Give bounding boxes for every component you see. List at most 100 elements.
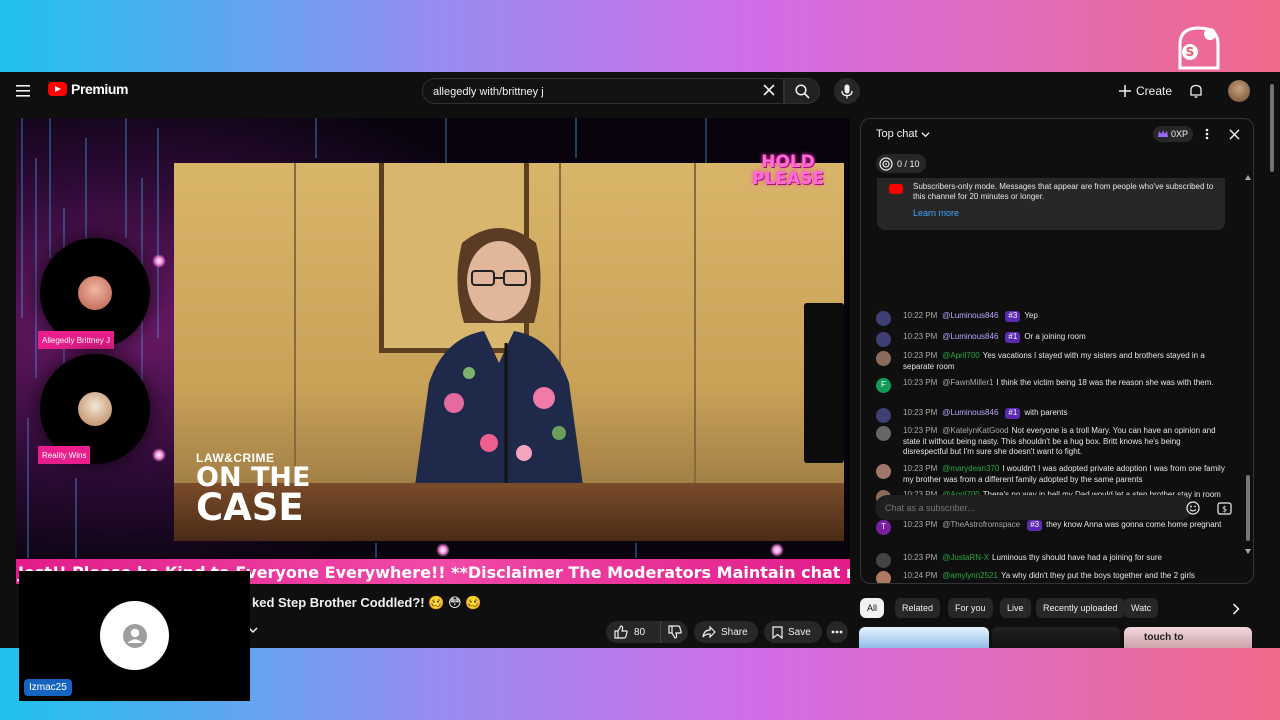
video-thumbnail[interactable] bbox=[992, 627, 1120, 648]
target-icon bbox=[879, 156, 893, 171]
chevron-right-icon[interactable] bbox=[1228, 601, 1244, 617]
youtube-play-icon bbox=[48, 82, 67, 96]
chat-timestamp: 10:23 PM bbox=[903, 553, 938, 562]
xp-value: 0XP bbox=[1171, 129, 1189, 139]
chat-timestamp: 10:23 PM bbox=[903, 378, 938, 387]
voice-search-button[interactable] bbox=[834, 78, 860, 104]
chat-message: F 10:23 PM @FawnMiller1 I think the victim … bbox=[876, 378, 1226, 393]
chat-author-name[interactable]: @FawnMiller1 bbox=[942, 378, 993, 387]
chat-message-body: 10:23 PM @April700 Yes vacations I stayed … bbox=[903, 351, 1226, 372]
chevron-down-icon bbox=[921, 131, 930, 137]
youtube-premium-logo[interactable]: Premium bbox=[48, 81, 129, 97]
self-view-tile: Izmac25 bbox=[19, 571, 250, 701]
crown-icon bbox=[1158, 130, 1168, 137]
youtube-icon bbox=[889, 184, 903, 194]
chat-author-avatar[interactable] bbox=[876, 351, 891, 366]
glow-orb bbox=[152, 448, 166, 462]
chat-author-avatar[interactable]: F bbox=[876, 378, 891, 393]
xp-badge[interactable]: 0XP bbox=[1153, 126, 1194, 142]
chat-rank-badge: #1 bbox=[1005, 408, 1021, 419]
chat-message: 10:23 PM @April700 Yes vacations I stayed … bbox=[876, 351, 1226, 372]
chat-author-avatar[interactable] bbox=[876, 464, 891, 479]
page-scrollbar-thumb[interactable] bbox=[1270, 84, 1274, 172]
thumbnail-text: touch to bbox=[1144, 632, 1184, 643]
filter-chip[interactable]: Related bbox=[895, 598, 941, 618]
create-button[interactable]: Create bbox=[1118, 81, 1172, 101]
chat-rank-badge: #3 bbox=[1005, 311, 1021, 322]
filter-chip[interactable]: Watc bbox=[1124, 598, 1159, 618]
chat-author-name[interactable]: @Luminous846 bbox=[942, 408, 998, 417]
notifications-bell-icon[interactable] bbox=[1186, 81, 1206, 101]
page-scrollbar[interactable] bbox=[1268, 74, 1276, 646]
filter-chip[interactable]: All bbox=[860, 598, 885, 618]
participant-name: Izmac25 bbox=[24, 679, 72, 696]
glow-orb bbox=[770, 543, 784, 557]
close-icon[interactable] bbox=[1225, 125, 1243, 143]
search-input[interactable] bbox=[433, 83, 753, 101]
super-chat-icon[interactable]: $ bbox=[1215, 499, 1233, 517]
filter-chip[interactable]: Recently uploaded bbox=[1036, 598, 1125, 618]
chat-author-name[interactable]: @Luminous846 bbox=[942, 332, 998, 341]
chat-message-body: 10:23 PM @Luminous846 #1 Or a joining room bbox=[903, 332, 1226, 343]
chat-author-avatar[interactable] bbox=[876, 311, 891, 326]
glow-orb bbox=[152, 254, 166, 268]
chat-message-body: 10:22 PM @Luminous846 #3 Yep bbox=[903, 311, 1226, 322]
notice-text: Subscribers-only mode. Messages that app… bbox=[913, 182, 1214, 201]
scroll-down-icon bbox=[1245, 549, 1251, 554]
learn-more-link[interactable]: Learn more bbox=[913, 208, 959, 218]
chat-message: 10:24 PM @amylynn2521 Ya why didn't they p… bbox=[876, 571, 1226, 583]
chat-timestamp: 10:23 PM bbox=[903, 408, 938, 417]
chat-scrollbar[interactable] bbox=[1245, 175, 1251, 554]
chat-author-name[interactable]: @April700 bbox=[942, 351, 979, 360]
chat-message: 10:23 PM @Luminous846 #1 Or a joining room bbox=[876, 332, 1226, 347]
chat-message-body: 10:23 PM @KatelynKatGood Not everyone is a… bbox=[903, 426, 1226, 458]
microphone-icon bbox=[841, 84, 853, 98]
chat-mode-dropdown[interactable]: Top chat bbox=[876, 128, 930, 140]
chat-author-avatar[interactable] bbox=[876, 408, 891, 423]
emoji-icon[interactable] bbox=[1184, 499, 1202, 517]
clear-search-icon[interactable] bbox=[760, 81, 778, 99]
chat-message: 10:22 PM @Luminous846 #3 Yep bbox=[876, 311, 1226, 326]
dislike-button[interactable] bbox=[661, 621, 688, 643]
video-thumbnail[interactable] bbox=[859, 627, 989, 648]
like-button[interactable]: 80 bbox=[606, 621, 661, 643]
chat-message-text: I think the victim being 18 was the reas… bbox=[996, 378, 1214, 387]
chat-scrollbar-thumb[interactable] bbox=[1246, 475, 1250, 541]
search-button[interactable] bbox=[784, 78, 820, 104]
chat-author-name[interactable]: @JustaRN-X bbox=[942, 553, 989, 562]
share-button[interactable]: Share bbox=[694, 621, 758, 643]
svg-text:$: $ bbox=[1221, 504, 1226, 513]
chat-author-avatar[interactable] bbox=[876, 553, 891, 568]
chat-author-name[interactable]: @Luminous846 bbox=[942, 311, 998, 320]
save-button[interactable]: Save bbox=[764, 621, 822, 643]
video-thumbnail[interactable]: touch to bbox=[1124, 627, 1252, 648]
filter-chip[interactable]: Live bbox=[1000, 598, 1031, 618]
more-actions-icon[interactable] bbox=[826, 621, 848, 643]
create-label: Create bbox=[1136, 84, 1173, 98]
filter-chip[interactable]: For you bbox=[948, 598, 993, 618]
scroll-up-icon bbox=[1245, 175, 1251, 180]
chat-author-avatar[interactable] bbox=[876, 571, 891, 583]
chat-timestamp: 10:23 PM bbox=[903, 351, 938, 360]
search-box bbox=[422, 78, 784, 104]
chat-message: 10:23 PM @KatelynKatGood Not everyone is a… bbox=[876, 426, 1226, 458]
more-vertical-icon[interactable] bbox=[1199, 126, 1215, 142]
thumbs-up-icon bbox=[614, 625, 628, 639]
chat-author-name[interactable]: @KatelynKatGood bbox=[942, 426, 1008, 435]
chat-goal-pill[interactable]: 0 / 10 bbox=[876, 154, 926, 173]
chat-input[interactable] bbox=[875, 495, 1193, 520]
chat-author-name[interactable]: @marydean370 bbox=[942, 464, 999, 473]
account-avatar[interactable] bbox=[1228, 80, 1250, 102]
chat-message-body: 10:23 PM @FawnMiller1 I think the victim b… bbox=[903, 378, 1226, 389]
chat-author-avatar[interactable] bbox=[876, 332, 891, 347]
chat-rank-badge: #1 bbox=[1005, 332, 1021, 343]
courtroom-monitor bbox=[804, 303, 844, 463]
chat-author-name[interactable]: @amylynn2521 bbox=[942, 571, 998, 580]
chat-author-avatar[interactable] bbox=[876, 426, 891, 441]
save-label: Save bbox=[788, 626, 811, 638]
chat-mode-label: Top chat bbox=[876, 128, 918, 140]
chat-message-text: Yep bbox=[1024, 311, 1038, 320]
chat-message: 10:23 PM @marydean370 I wouldn't I was ado… bbox=[876, 464, 1226, 485]
menu-icon[interactable] bbox=[14, 81, 34, 101]
video-player[interactable]: HOLD PLEASE LAW&CRIME ON THE CASE Allege… bbox=[16, 118, 850, 584]
